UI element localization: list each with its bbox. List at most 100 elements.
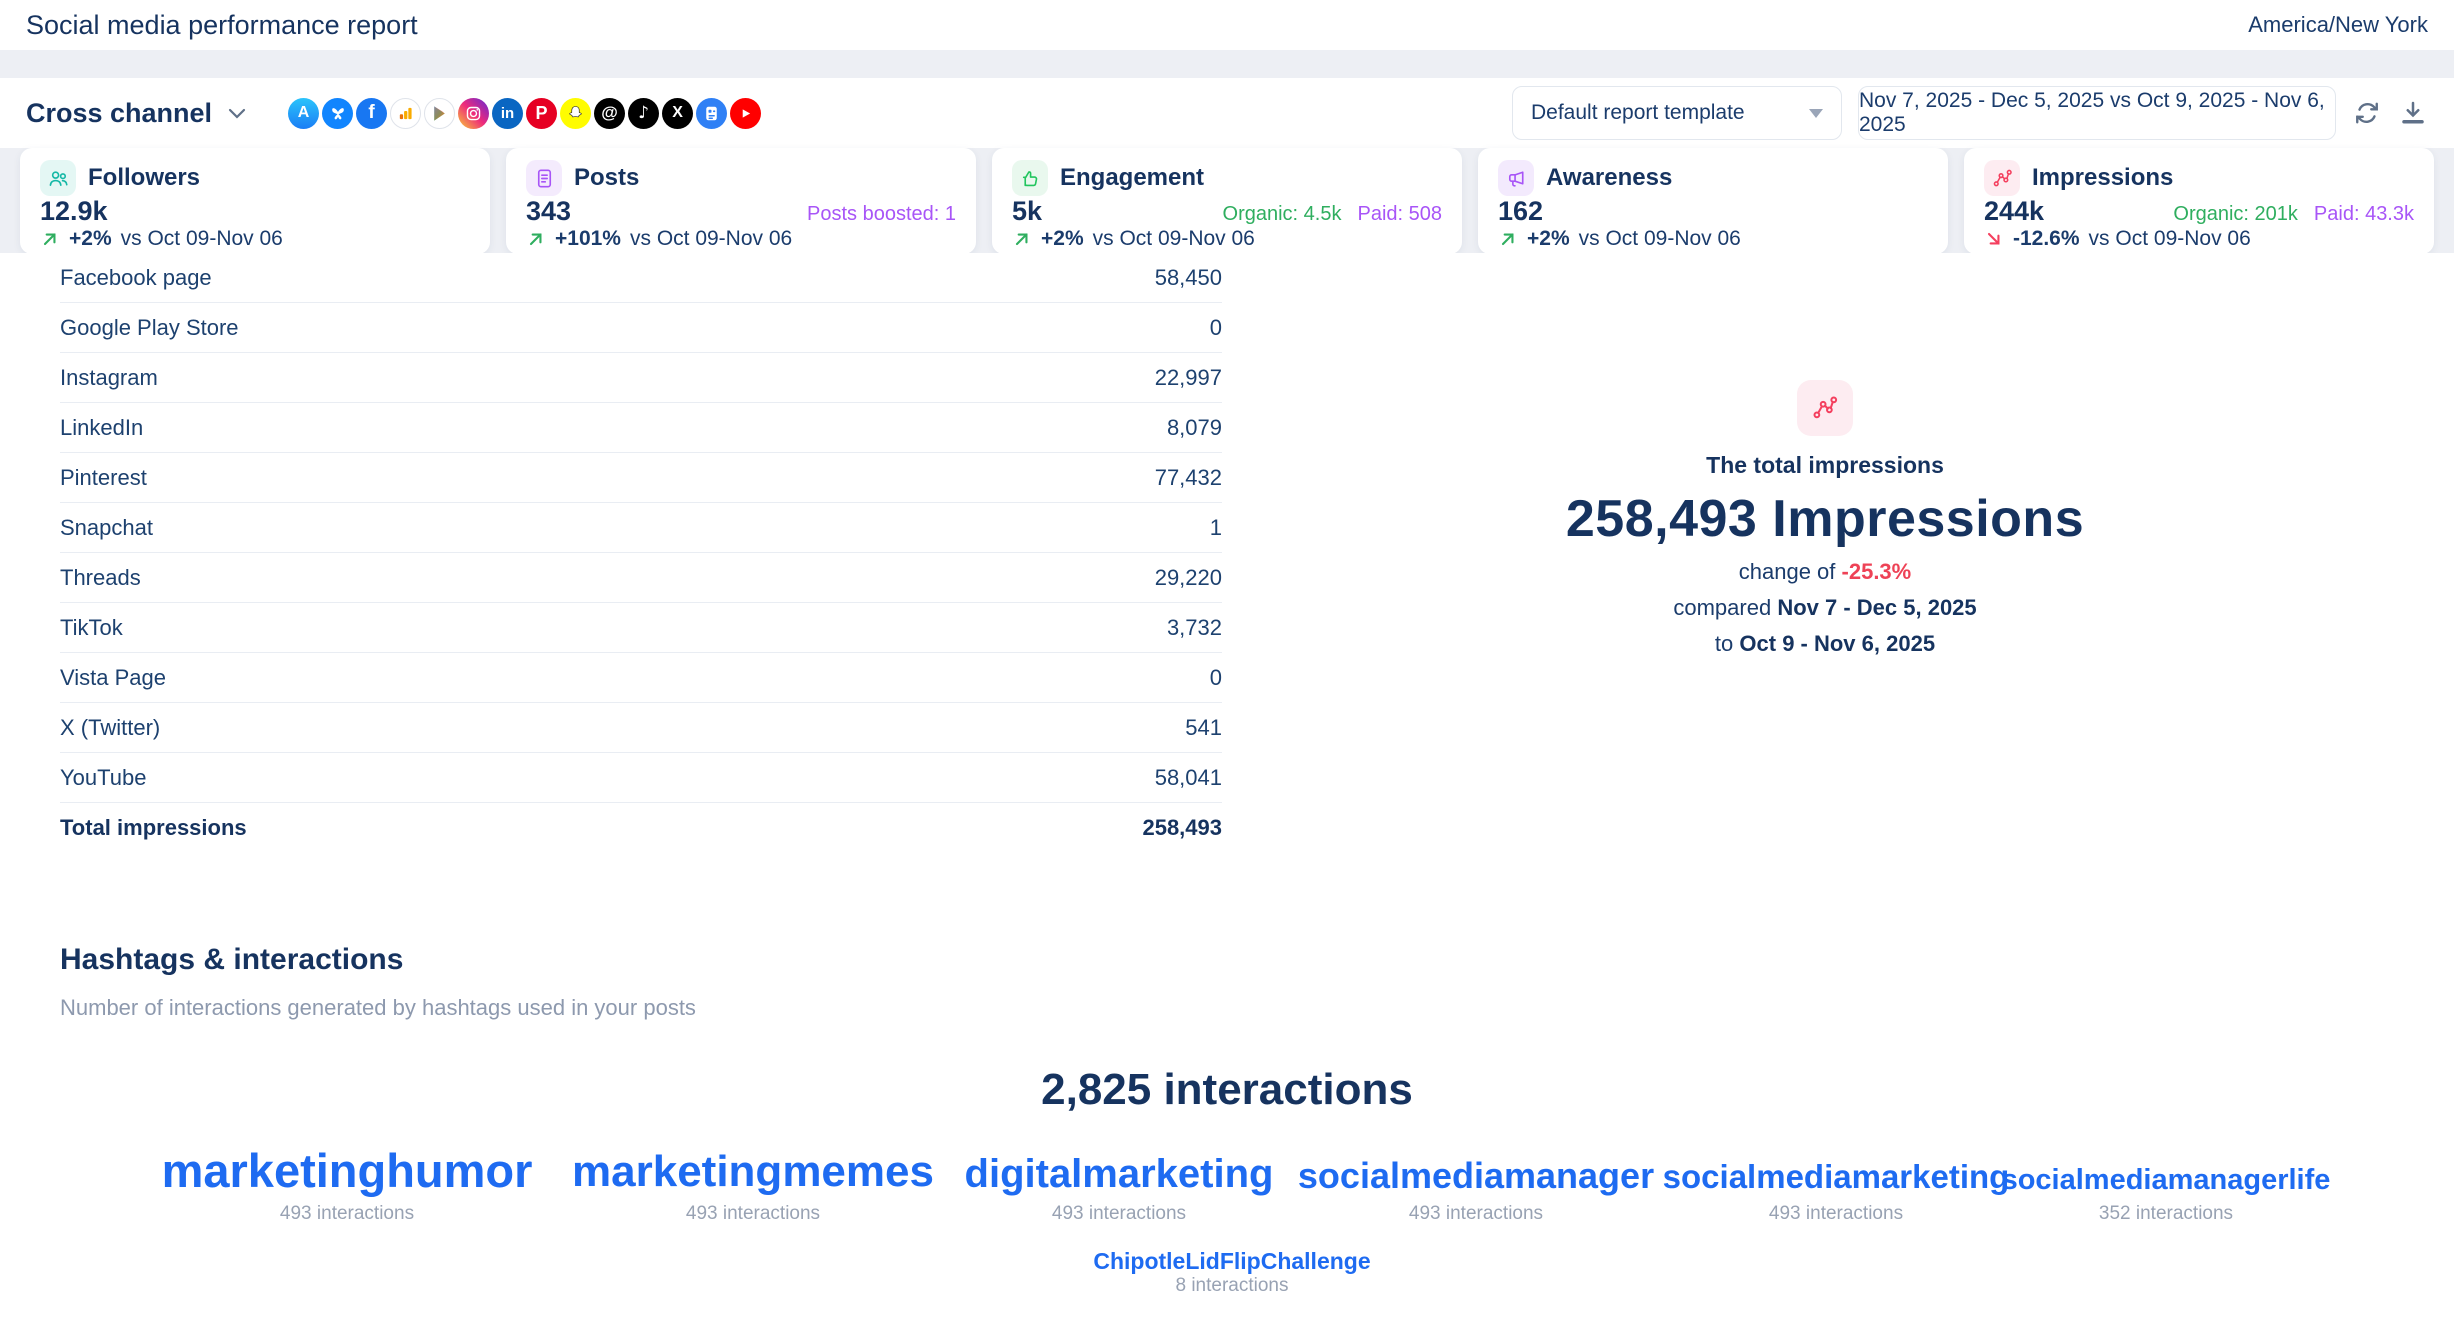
download-icon[interactable] <box>2398 98 2428 128</box>
trend-vs-label: vs Oct 09-Nov 06 <box>1579 227 1741 251</box>
platform-label: Pinterest <box>60 465 147 491</box>
trend-up-icon <box>40 229 60 249</box>
organic-label: Organic: 4.5k <box>1223 203 1342 226</box>
hashtags-section-title: Hashtags & interactions <box>60 943 403 977</box>
channel-icons: A f in P <box>288 98 761 129</box>
vista-page-icon[interactable] <box>696 98 727 129</box>
trend-down-icon <box>1984 229 2004 249</box>
card-title: Followers <box>88 164 200 192</box>
platform-label: Google Play Store <box>60 315 239 341</box>
chevron-down-icon <box>228 108 246 119</box>
trend-percent: -12.6% <box>2013 227 2080 251</box>
channel-selector[interactable]: Cross channel <box>26 98 246 129</box>
linkedin-icon[interactable]: in <box>492 98 523 129</box>
table-row: Google Play Store 0 <box>60 303 1222 353</box>
hashtag-item: marketingmemes 493 interactions <box>572 1139 934 1225</box>
card-value: 162 <box>1498 196 1543 227</box>
trend-up-icon <box>1498 229 1518 249</box>
scatter-icon <box>1984 160 2020 196</box>
impressions-value: 29,220 <box>1155 565 1222 591</box>
hashtags-section-subtitle: Number of interactions generated by hash… <box>60 995 696 1021</box>
hashtag-word: socialmediamanagerlife <box>2002 1165 2331 1195</box>
x-twitter-icon[interactable]: X <box>662 98 693 129</box>
trend-vs-label: vs Oct 09-Nov 06 <box>1093 227 1255 251</box>
tiktok-icon[interactable]: ♪ <box>628 98 659 129</box>
page-title: Social media performance report <box>26 10 418 41</box>
date-range-picker[interactable]: Nov 7, 2025 - Dec 5, 2025 vs Oct 9, 2025… <box>1858 86 2336 140</box>
table-row: Facebook page 58,450 <box>60 253 1222 303</box>
table-row: Vista Page 0 <box>60 653 1222 703</box>
trend-vs-label: vs Oct 09-Nov 06 <box>2089 227 2251 251</box>
trend-up-icon <box>526 229 546 249</box>
impressions-value: 58,041 <box>1155 765 1222 791</box>
organic-label: Organic: 201k <box>2173 203 2298 226</box>
snapchat-icon[interactable] <box>560 98 591 129</box>
hashtag-count: 352 interactions <box>2099 1203 2233 1225</box>
total-value: 258,493 <box>1142 815 1222 841</box>
google-analytics-icon[interactable] <box>390 98 421 129</box>
platform-label: Facebook page <box>60 265 212 291</box>
hashtag-word: marketingmemes <box>572 1149 934 1195</box>
impressions-value: 0 <box>1210 315 1222 341</box>
threads-icon[interactable]: @ <box>594 98 625 129</box>
pinterest-icon[interactable]: P <box>526 98 557 129</box>
hashtag-item: ChipotleLidFlipChallenge 8 interactions <box>1093 1249 1370 1297</box>
megaphone-icon <box>1498 160 1534 196</box>
kpi-card-posts: Posts 343 Posts boosted: 1 +101% vs Oct … <box>506 148 976 254</box>
table-row: Instagram 22,997 <box>60 353 1222 403</box>
kpi-card-awareness: Awareness 162 +2% vs Oct 09-Nov 06 <box>1478 148 1948 254</box>
app-store-icon[interactable]: A <box>288 98 319 129</box>
total-label: Total impressions <box>60 815 247 841</box>
instagram-icon[interactable] <box>458 98 489 129</box>
users-icon <box>40 160 76 196</box>
hashtag-count: 493 interactions <box>280 1203 414 1225</box>
scatter-icon <box>1797 380 1853 436</box>
trend-percent: +101% <box>555 227 621 251</box>
hashtags-total: 2,825 interactions <box>0 1065 2454 1115</box>
hashtag-word: ChipotleLidFlipChallenge <box>1093 1249 1370 1273</box>
thumbs-up-icon <box>1012 160 1048 196</box>
trend-up-icon <box>1012 229 1032 249</box>
impressions-value: 0 <box>1210 665 1222 691</box>
report-body: Facebook page 58,450 Google Play Store 0… <box>0 253 2454 1336</box>
hashtag-item: marketinghumor 493 interactions <box>162 1139 533 1225</box>
facebook-icon[interactable]: f <box>356 98 387 129</box>
summary-headline: 258,493 Impressions <box>1440 489 2210 549</box>
impressions-value: 8,079 <box>1167 415 1222 441</box>
summary-compared-line: compared Nov 7 - Dec 5, 2025 <box>1440 595 2210 621</box>
trend-vs-label: vs Oct 09-Nov 06 <box>121 227 283 251</box>
youtube-icon[interactable] <box>730 98 761 129</box>
impressions-summary: The total impressions 258,493 Impression… <box>1440 380 2210 657</box>
table-row: TikTok 3,732 <box>60 603 1222 653</box>
report-template-select[interactable]: Default report template <box>1512 86 1842 140</box>
report-template-value: Default report template <box>1531 101 1745 125</box>
bluesky-icon[interactable] <box>322 98 353 129</box>
table-row: LinkedIn 8,079 <box>60 403 1222 453</box>
period-previous: Oct 9 - Nov 6, 2025 <box>1739 631 1935 656</box>
change-percent: -25.3% <box>1842 559 1912 584</box>
report-page: Social media performance report America/… <box>0 0 2454 1336</box>
platform-label: Snapchat <box>60 515 153 541</box>
card-value: 244k <box>1984 196 2044 227</box>
google-play-icon[interactable] <box>424 98 455 129</box>
card-value: 343 <box>526 196 571 227</box>
impressions-value: 1 <box>1210 515 1222 541</box>
impressions-value: 3,732 <box>1167 615 1222 641</box>
trend-vs-label: vs Oct 09-Nov 06 <box>630 227 792 251</box>
hashtag-count: 493 interactions <box>686 1203 820 1225</box>
hashtag-item: digitalmarketing 493 interactions <box>965 1139 1274 1225</box>
platform-label: X (Twitter) <box>60 715 160 741</box>
timezone-label: America/New York <box>2248 12 2428 38</box>
table-row: X (Twitter) 541 <box>60 703 1222 753</box>
trend-percent: +2% <box>69 227 112 251</box>
hashtag-item: socialmediamanager 493 interactions <box>1298 1139 1654 1225</box>
refresh-icon[interactable] <box>2352 98 2382 128</box>
hashtag-word: marketinghumor <box>162 1146 533 1195</box>
select-caret-icon <box>1809 109 1823 118</box>
period-current: Nov 7 - Dec 5, 2025 <box>1777 595 1976 620</box>
summary-to-line: to Oct 9 - Nov 6, 2025 <box>1440 631 2210 657</box>
hashtag-count: 8 interactions <box>1175 1275 1288 1297</box>
hashtag-count: 493 interactions <box>1052 1203 1186 1225</box>
trend-percent: +2% <box>1041 227 1084 251</box>
kpi-cards: Followers 12.9k +2% vs Oct 09-Nov 06 <box>0 148 2454 254</box>
